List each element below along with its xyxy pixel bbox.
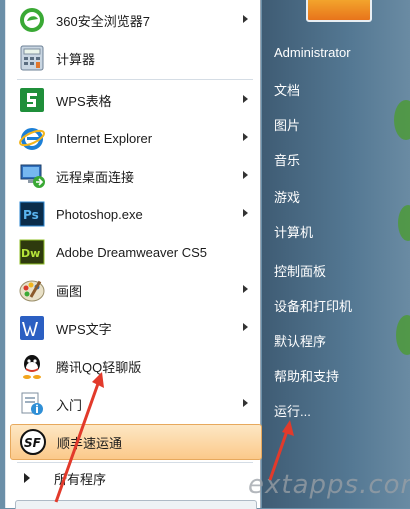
music-link[interactable]: 音乐 xyxy=(274,150,300,169)
background-decoration xyxy=(398,205,410,241)
default-programs-link[interactable]: 默认程序 xyxy=(274,331,326,350)
program-item-photoshop[interactable]: Ps Photoshop.exe xyxy=(10,196,260,232)
program-label: 远程桌面连接 xyxy=(56,169,135,185)
program-label: WPS表格 xyxy=(56,93,112,109)
wps-writer-icon xyxy=(18,314,46,342)
program-item-360-browser[interactable]: 360安全浏览器7 xyxy=(10,2,260,38)
program-label: 画图 xyxy=(56,283,83,299)
submenu-arrow-icon xyxy=(243,323,248,331)
svg-text:Dw: Dw xyxy=(21,247,40,260)
control-panel-link[interactable]: 控制面板 xyxy=(274,261,326,280)
remote-desktop-icon xyxy=(18,162,46,190)
svg-text:Ps: Ps xyxy=(23,208,39,222)
program-item-calculator[interactable]: 计算器 xyxy=(10,40,260,76)
computer-link[interactable]: 计算机 xyxy=(274,222,313,241)
help-support-link[interactable]: 帮助和支持 xyxy=(274,366,339,385)
user-avatar[interactable] xyxy=(306,0,372,22)
program-label: Photoshop.exe xyxy=(56,206,143,222)
program-item-wps-writer[interactable]: WPS文字 xyxy=(10,310,260,346)
photoshop-icon: Ps xyxy=(18,200,46,228)
submenu-arrow-icon xyxy=(243,285,248,293)
documents-link[interactable]: 文档 xyxy=(274,80,300,99)
submenu-arrow-icon xyxy=(243,171,248,179)
program-label: 计算器 xyxy=(56,51,96,67)
dreamweaver-icon: Dw xyxy=(18,238,46,266)
games-link[interactable]: 游戏 xyxy=(274,187,300,206)
program-item-wps-spreadsheet[interactable]: WPS表格 xyxy=(10,82,260,118)
program-label: WPS文字 xyxy=(56,321,112,337)
svg-text:SF: SF xyxy=(24,436,42,450)
play-arrow-icon xyxy=(24,473,30,483)
program-label: Internet Explorer xyxy=(56,130,153,146)
user-name-link[interactable]: Administrator xyxy=(274,45,351,60)
pictures-link[interactable]: 图片 xyxy=(274,115,300,134)
annotation-arrow-icon xyxy=(268,420,294,481)
background-decoration xyxy=(396,315,410,355)
devices-printers-link[interactable]: 设备和打印机 xyxy=(274,296,352,315)
wps-spreadsheet-icon xyxy=(18,86,46,114)
calculator-icon xyxy=(18,44,46,72)
divider xyxy=(17,79,253,80)
submenu-arrow-icon xyxy=(243,15,248,23)
program-item-paint[interactable]: 画图 xyxy=(10,272,260,308)
program-item-internet-explorer[interactable]: Internet Explorer xyxy=(10,120,260,156)
submenu-arrow-icon xyxy=(243,209,248,217)
program-item-remote-desktop[interactable]: 远程桌面连接 xyxy=(10,158,260,194)
browser-360-icon xyxy=(18,6,46,34)
paint-icon xyxy=(18,276,46,304)
submenu-arrow-icon xyxy=(243,133,248,141)
annotation-arrow-icon xyxy=(54,372,104,503)
program-label: Adobe Dreamweaver CS5 xyxy=(56,244,208,260)
internet-explorer-icon xyxy=(18,124,46,152)
program-label: 360安全浏览器7 xyxy=(56,13,150,29)
program-item-dreamweaver[interactable]: Dw Adobe Dreamweaver CS5 xyxy=(10,234,260,270)
submenu-arrow-icon xyxy=(243,399,248,407)
submenu-arrow-icon xyxy=(243,95,248,103)
background-decoration xyxy=(394,100,410,140)
